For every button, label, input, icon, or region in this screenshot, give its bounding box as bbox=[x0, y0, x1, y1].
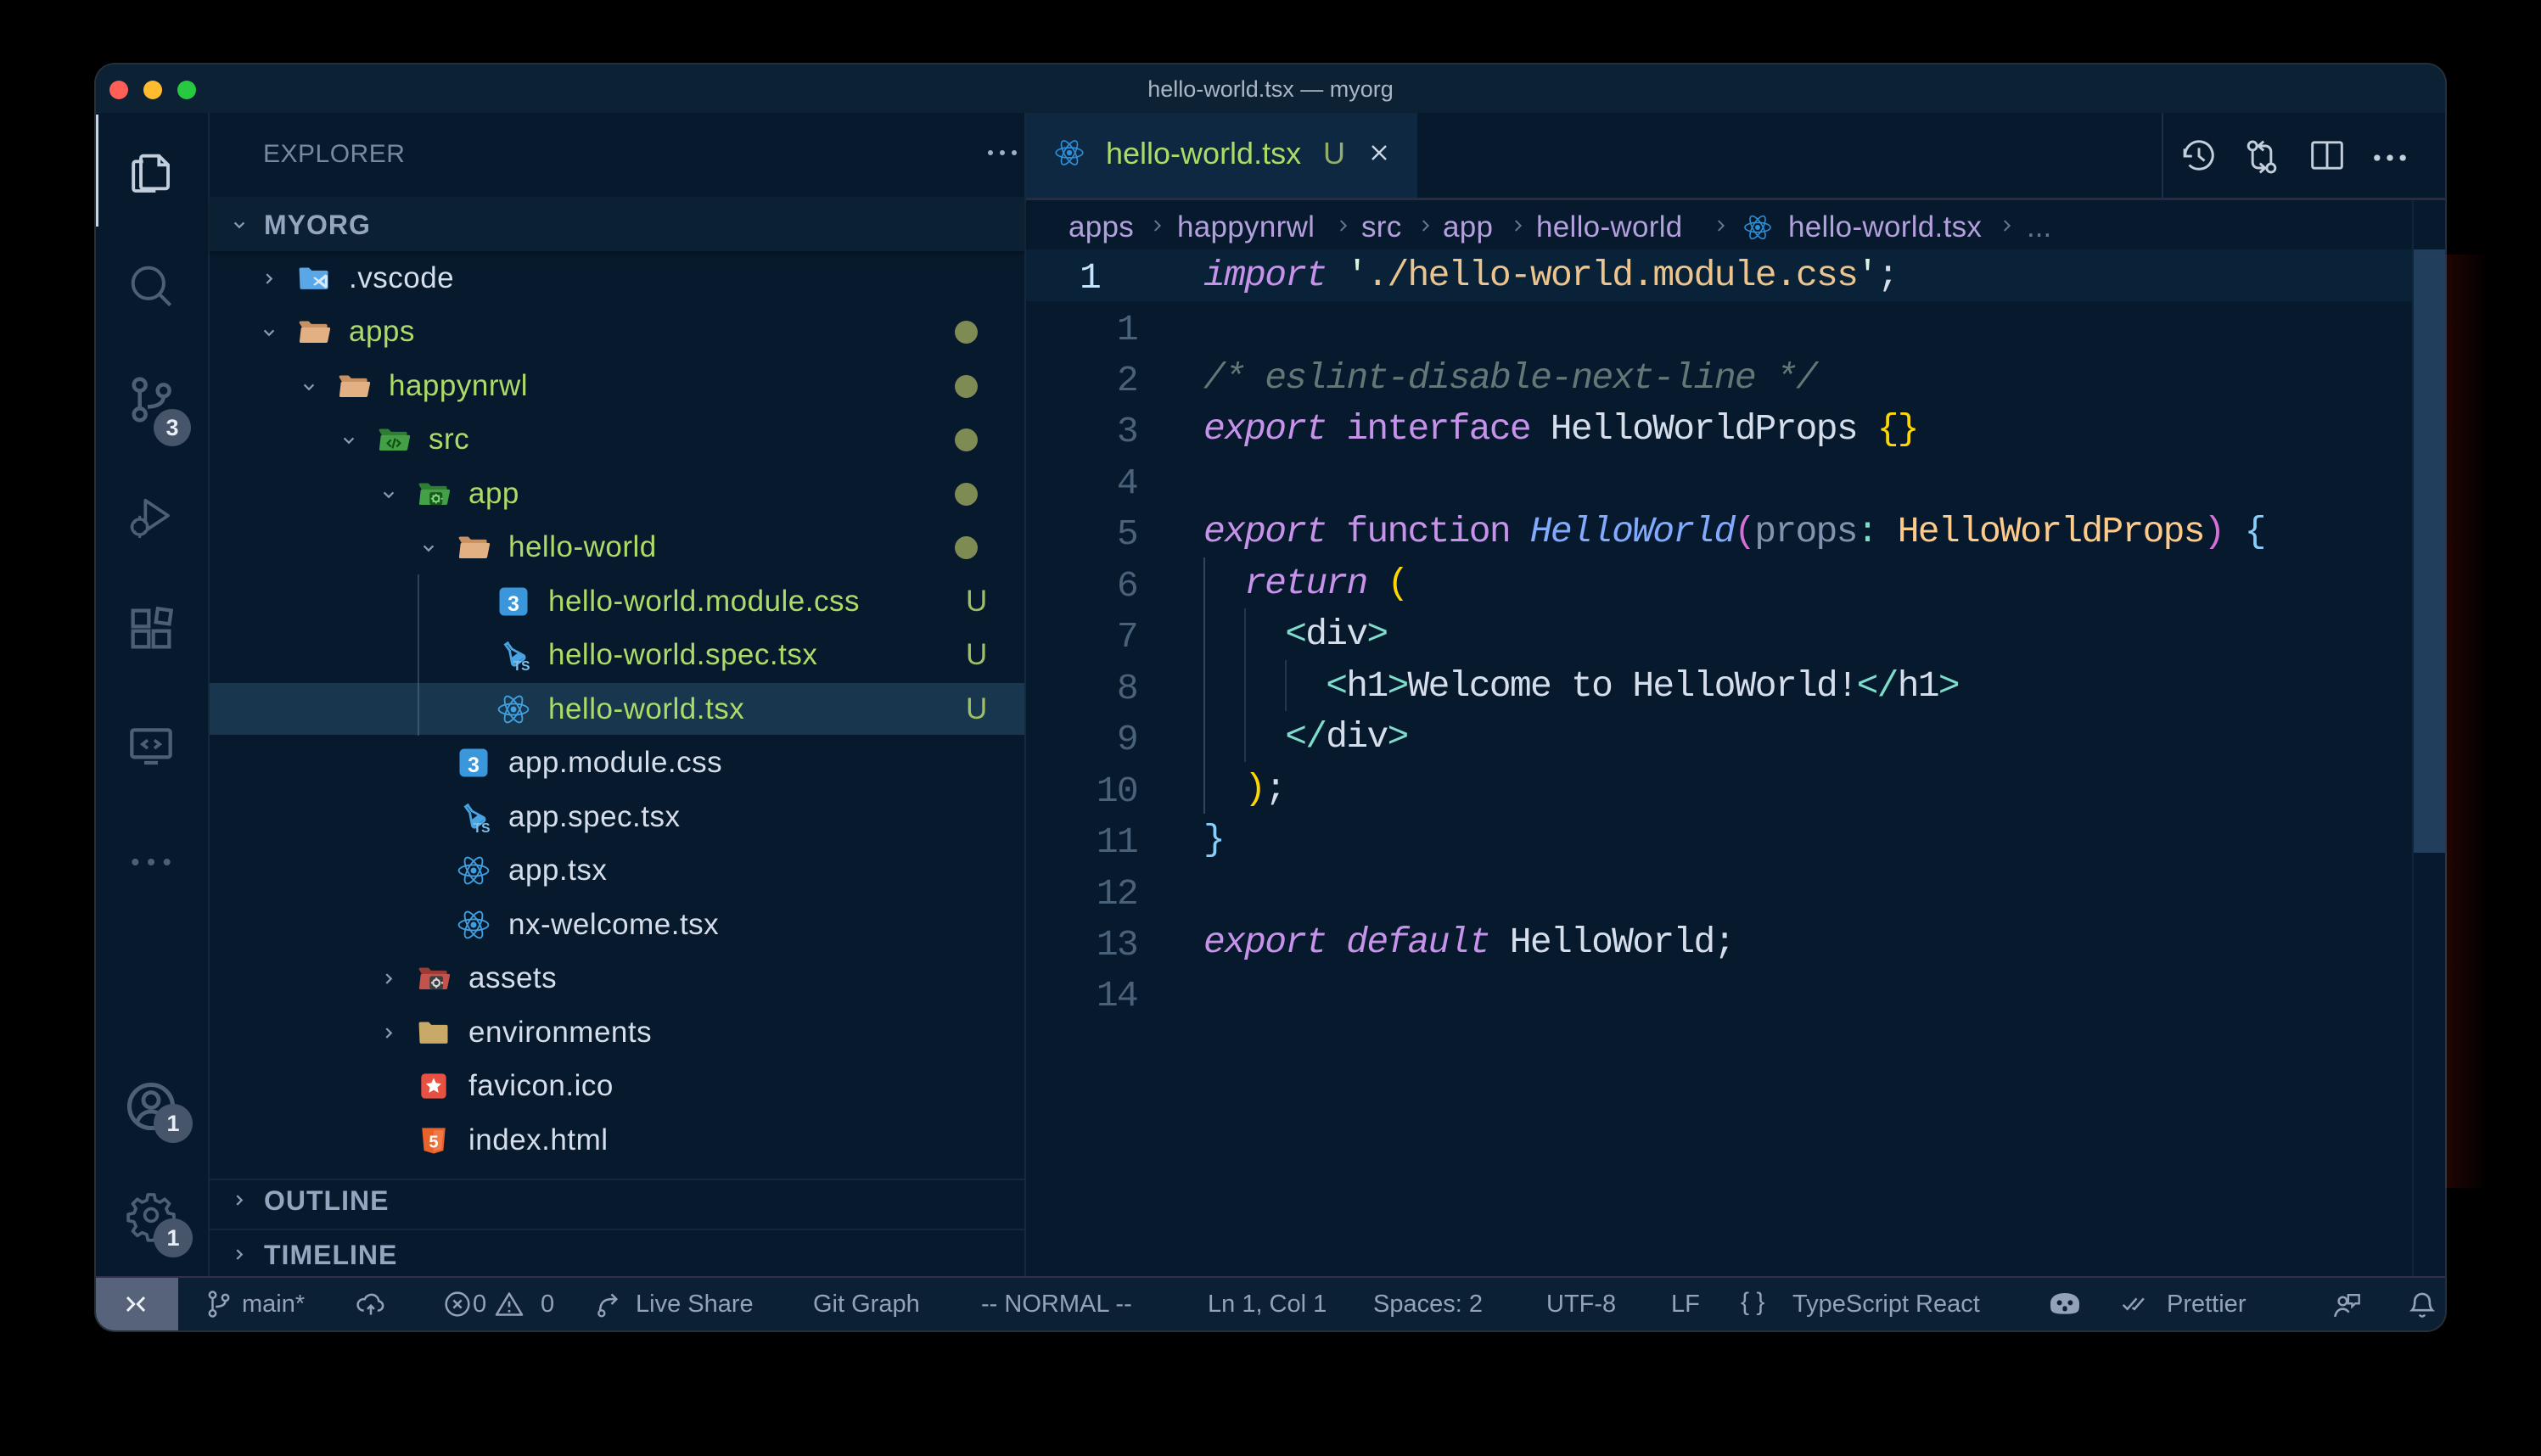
svg-text:3: 3 bbox=[508, 593, 519, 616]
svg-text:5: 5 bbox=[429, 1133, 438, 1151]
svg-text:TS: TS bbox=[474, 820, 491, 835]
svg-text:3: 3 bbox=[468, 754, 480, 777]
svg-text:TS: TS bbox=[513, 659, 530, 674]
